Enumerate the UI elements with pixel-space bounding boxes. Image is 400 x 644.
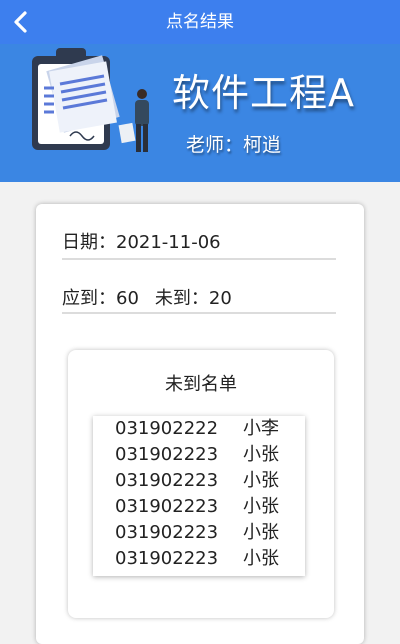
student-id: 031902223 [115,470,219,491]
course-name: 软件工程A [172,71,355,115]
expected-value: 60 [116,288,139,309]
student-id: 031902223 [115,522,219,543]
clipboard-person-icon [32,48,149,152]
student-id: 031902223 [115,548,219,569]
absent-panel: 未到名单 031902222 小李 031902223 小张 031902223 小张… [68,350,334,618]
result-card: 日期：2021-11-06 应到：60 未到：20 未到名单 031902222 小… [36,204,364,644]
attendance-stats-row: 应到：60 未到：20 [62,284,336,314]
course-banner: 软件工程A 老师：柯逍 [0,44,400,182]
date-label: 日期： [62,232,116,253]
absent-list[interactable]: 031902222 小李 031902223 小张 031902223 小张 0319… [93,416,305,576]
student-name: 小张 [243,548,279,569]
list-item: 031902223 小张 [93,520,305,546]
student-name: 小张 [243,496,279,517]
student-name: 小张 [243,444,279,465]
date-row: 日期：2021-11-06 [62,228,336,260]
student-id: 031902223 [115,444,219,465]
student-id: 031902222 [115,418,219,439]
list-item: 031902223 小张 [93,442,305,468]
absent-label: 未到： [154,288,209,309]
list-item: 031902222 小李 [93,416,305,442]
student-name: 小李 [243,418,279,439]
teacher-name: 老师：柯逍 [186,134,282,156]
absent-list-title: 未到名单 [165,374,237,395]
list-item: 031902223 小张 [93,468,305,494]
date-value: 2021-11-06 [116,232,221,253]
student-name: 小张 [243,470,279,491]
student-name: 小张 [243,522,279,543]
titlebar: 点名结果 [0,0,400,44]
list-item: 031902223 小张 [93,546,305,572]
list-item: 031902223 小张 [93,494,305,520]
absent-value: 20 [208,288,232,309]
student-id: 031902223 [115,496,219,517]
page-title: 点名结果 [166,12,234,32]
expected-label: 应到： [62,288,116,309]
